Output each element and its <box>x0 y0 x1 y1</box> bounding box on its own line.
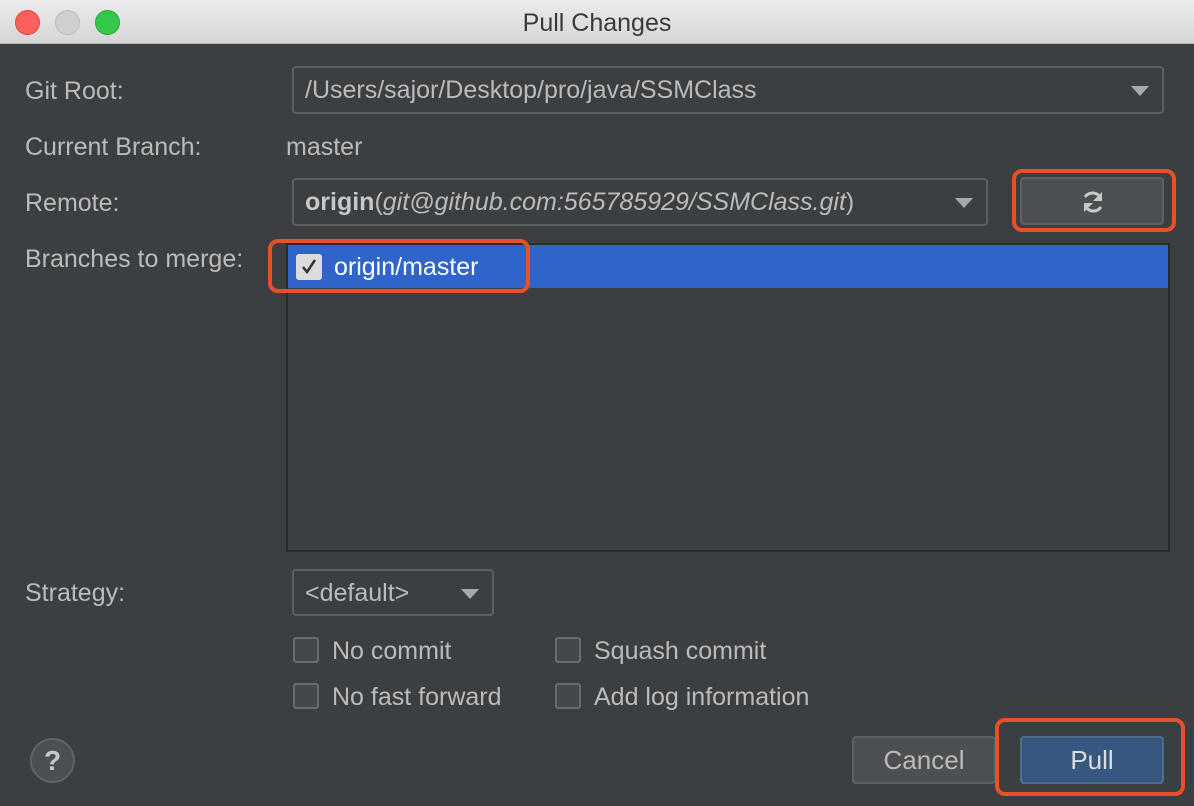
chevron-down-icon <box>461 589 479 599</box>
current-branch-label: Current Branch: <box>25 133 202 161</box>
add-log-information-checkbox[interactable] <box>555 683 581 709</box>
window-title: Pull Changes <box>522 9 672 37</box>
branches-label: Branches to merge: <box>25 245 244 273</box>
strategy-select[interactable]: <default> <box>292 569 494 616</box>
current-branch-value: master <box>286 133 363 161</box>
chevron-down-icon <box>1131 86 1149 96</box>
refresh-remote-button[interactable] <box>1020 177 1164 225</box>
git-root-value: /Users/sajor/Desktop/pro/java/SSMClass <box>305 76 757 104</box>
add-log-information-label: Add log information <box>594 683 810 711</box>
remote-select[interactable]: origin(git@github.com:565785929/SSMClass… <box>292 178 988 226</box>
pull-button[interactable]: Pull <box>1020 736 1164 784</box>
chevron-down-icon <box>955 198 973 208</box>
no-fast-forward-checkbox[interactable] <box>293 683 319 709</box>
checkmark-icon <box>302 259 317 275</box>
branch-label: origin/master <box>334 253 479 281</box>
branch-checkbox[interactable] <box>296 254 322 280</box>
remote-value: origin(git@github.com:565785929/SSMClass… <box>305 188 854 217</box>
no-commit-label: No commit <box>332 637 452 665</box>
git-root-select[interactable]: /Users/sajor/Desktop/pro/java/SSMClass <box>292 66 1164 114</box>
git-root-label: Git Root: <box>25 77 124 105</box>
squash-commit-label: Squash commit <box>594 637 767 665</box>
remote-label: Remote: <box>25 189 120 217</box>
squash-commit-checkbox[interactable] <box>555 637 581 663</box>
refresh-icon <box>1083 191 1103 213</box>
strategy-label: Strategy: <box>25 579 126 607</box>
no-fast-forward-label: No fast forward <box>332 683 502 711</box>
remote-close-paren: ) <box>845 188 855 216</box>
help-button[interactable]: ? <box>30 738 75 783</box>
remote-name: origin <box>305 188 375 216</box>
remote-open-paren: ( <box>374 188 383 216</box>
cancel-button[interactable]: Cancel <box>852 736 996 784</box>
strategy-value: <default> <box>305 579 410 607</box>
no-commit-checkbox[interactable] <box>293 637 319 663</box>
remote-url: git@github.com:565785929/SSMClass.git <box>382 188 846 216</box>
title-bar: Pull Changes <box>0 0 1194 44</box>
branches-list[interactable]: origin/master <box>286 243 1170 552</box>
list-item[interactable]: origin/master <box>288 245 1168 288</box>
